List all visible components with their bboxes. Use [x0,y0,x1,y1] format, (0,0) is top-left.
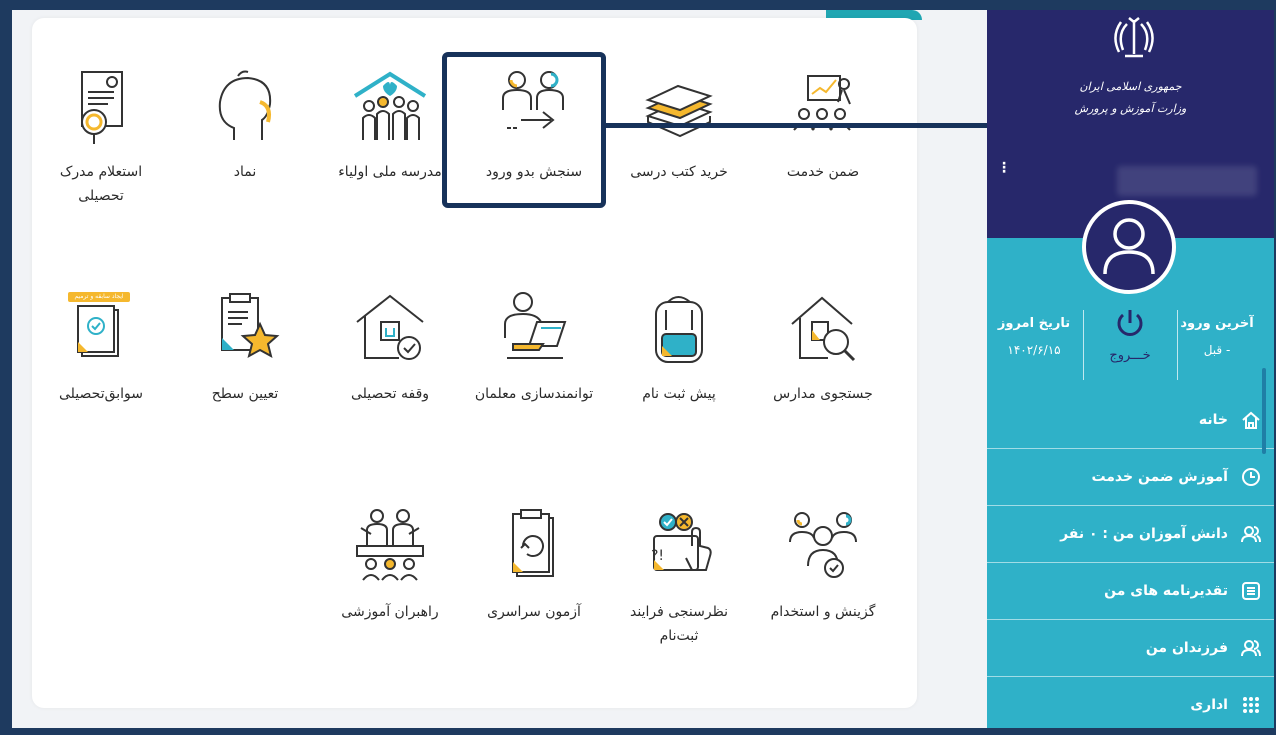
tile-teacher-empowerment[interactable]: توانمندسازی معلمان [469,288,599,406]
clipboard-star-icon [204,288,286,370]
today-label: تاریخ امروز [997,316,1071,331]
books-icon [638,66,720,148]
tile-pre-registration[interactable]: پیش ثبت نام [614,288,744,406]
tile-registration-survey[interactable]: !? نظرسنجی فرایند ثبت‌نام [614,506,744,648]
tile-label: استعلام مدرک تحصیلی [59,164,143,204]
svg-text:!?: !? [651,548,664,564]
clock-icon [1240,466,1262,488]
tile-national-exam[interactable]: آزمون سراسری [469,506,599,624]
kebab-menu-icon[interactable]: ⋮ [997,160,1011,176]
house-check-icon [349,288,431,370]
iran-emblem-icon [1113,16,1155,62]
leaders-icon [349,506,431,588]
exam-cycle-icon [493,506,575,588]
tile-label: نظرسنجی فرایند ثبت‌نام [630,604,728,644]
sidebar-item-my-children[interactable]: فرزندان من [987,620,1274,677]
logout-button[interactable]: خـــروج [1087,306,1173,363]
sidebar-item-in-service-training[interactable]: آموزش ضمن خدمت [987,449,1274,506]
org-name: جمهوری اسلامی ایران [1079,80,1182,93]
school-search-icon [782,288,864,370]
tile-label: ضمن خدمت [786,164,860,180]
last-login-value: - قبل [1203,343,1231,357]
tile-label: وقفه تحصیلی [350,386,430,402]
sidebar-item-label: تقدیرنامه های من [1104,583,1228,599]
records-badge: ایجاد سابقه و ترمیم [68,292,130,302]
power-icon [1117,310,1143,336]
divider [1083,310,1084,380]
today-value: ۱۴۰۲/۶/۱۵ [1007,343,1061,357]
certificate-search-icon [60,66,142,148]
sidebar-item-administrative[interactable]: اداری [987,677,1274,728]
tile-label: توانمندسازی معلمان [474,386,594,402]
tile-label: تعیین سطح [211,386,279,402]
list-icon [1240,580,1262,602]
tile-label: سوابق‌تحصیلی [58,386,144,402]
tile-label: خرید کتب درسی [630,164,728,180]
recruitment-icon [782,506,864,588]
tile-label: مدرسه ملی اولیاء [338,164,442,180]
ministry-name: وزارت آموزش و پرورش [1074,102,1187,115]
sidebar: جمهوری اسلامی ایران وزارت آموزش و پرورش … [987,10,1274,728]
tile-label: جستجوی مدارس [773,386,873,402]
head-profile-icon [204,66,286,148]
tile-label: نماد [233,164,257,180]
sidebar-item-label: آموزش ضمن خدمت [1091,469,1228,485]
family-house-icon [349,66,431,148]
today-date: تاریخ امروز ۱۴۰۲/۶/۱۵ [992,316,1076,357]
presentation-icon [782,66,864,148]
app-frame: ضمن خدمت خرید کتب درسی سنجش بدو ورود مدر… [12,10,1274,728]
sidebar-item-home[interactable]: خانه [987,392,1274,449]
tile-recruitment[interactable]: گزینش و استخدام [758,506,888,624]
sidebar-item-label: اداری [1190,697,1228,713]
sidebar-item-my-certificates[interactable]: تقدیرنامه های من [987,563,1274,620]
user-name-blurred [1117,166,1257,196]
teacher-laptop-icon [493,288,575,370]
tile-study-gap[interactable]: وقفه تحصیلی [325,288,455,406]
tile-label: آزمون سراسری [487,604,581,620]
grid-dots-icon [1240,694,1262,716]
scrollbar[interactable] [1262,368,1266,454]
tile-certificate-inquiry[interactable]: استعلام مدرک تحصیلی [36,66,166,208]
sidebar-item-my-students[interactable]: دانش آموزان من : ۰ نفر [987,506,1274,563]
tile-label: راهبران آموزشی [341,604,439,620]
records-check-icon: ایجاد سابقه و ترمیم [60,288,142,370]
logout-label: خـــروج [1109,348,1151,363]
survey-touch-icon: !? [638,506,720,588]
tile-education-leaders[interactable]: راهبران آموزشی [325,506,455,624]
highlight-box [442,52,606,208]
sidebar-item-label: خانه [1198,412,1228,428]
tile-label: پیش ثبت نام [642,386,716,402]
home-icon [1240,409,1262,431]
avatar[interactable] [1082,200,1176,294]
tile-label: گزینش و استخدام [770,604,876,620]
divider [1177,310,1178,380]
tile-level-placement[interactable]: تعیین سطح [180,288,310,406]
last-login-label: آخرین ورود [1180,316,1254,331]
tile-school-search[interactable]: جستجوی مدارس [758,288,888,406]
backpack-icon [638,288,720,370]
users-icon [1240,637,1262,659]
tile-academic-records[interactable]: ایجاد سابقه و ترمیم سوابق‌تحصیلی [36,288,166,406]
tile-namad[interactable]: نماد [180,66,310,184]
tile-parents-school[interactable]: مدرسه ملی اولیاء [325,66,455,184]
sidebar-menu: خانه آموزش ضمن خدمت دانش آموزان من : ۰ ن… [987,392,1274,728]
users-icon [1240,523,1262,545]
sidebar-item-label: دانش آموزان من : ۰ نفر [1060,526,1228,542]
last-login: آخرین ورود - قبل [1174,316,1260,357]
sidebar-item-label: فرزندان من [1145,640,1228,656]
